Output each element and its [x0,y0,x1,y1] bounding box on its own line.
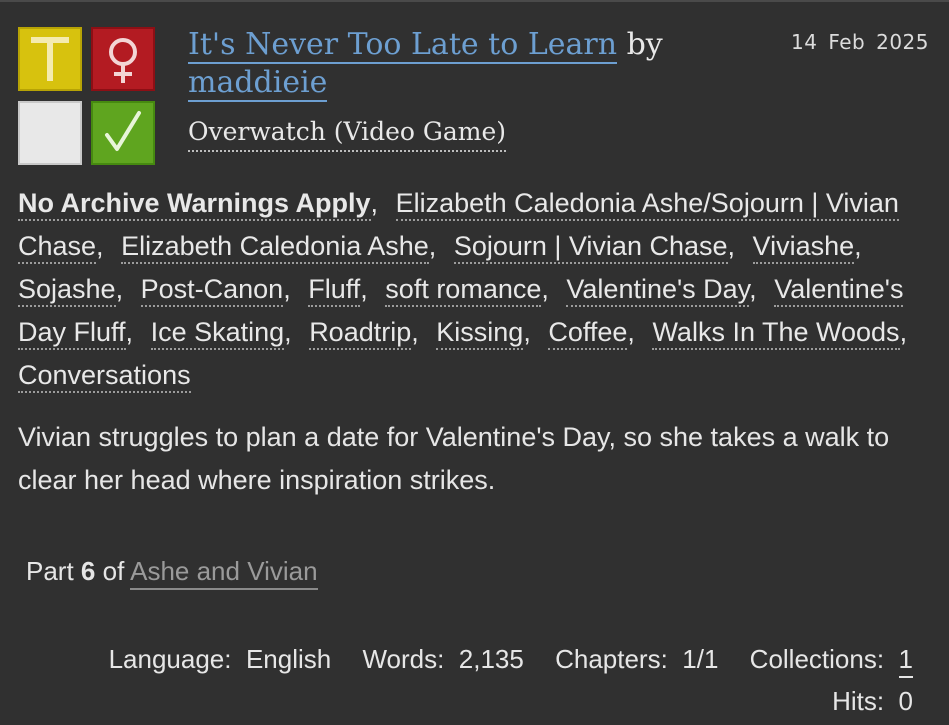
work-summary: Vivian struggles to plan a date for Vale… [18,422,890,495]
tag-freeform[interactable]: Sojashe [18,274,116,307]
tag-freeform[interactable]: Valentine's Day [566,274,750,307]
work-stats: Language: English Words: 2,135 Chapters:… [85,638,913,722]
tag-freeform[interactable]: Fluff [308,274,361,307]
collections-link[interactable]: 1 [898,644,913,678]
tag-character[interactable]: Sojourn | Vivian Chase [453,231,728,264]
tag-freeform[interactable]: Coffee [548,317,628,350]
words-label: Words: [362,644,445,674]
language-label: Language: [108,644,232,674]
stat-chapters: Chapters: 1/1 [555,644,718,674]
series-of-label: of [102,556,125,586]
top-divider [0,0,949,2]
words-value: 2,135 [458,644,524,674]
by-label: by [626,27,663,62]
hits-value: 0 [898,686,913,716]
chapters-label: Chapters: [555,644,668,674]
stat-hits: Hits: 0 [832,686,913,716]
work-title-link[interactable]: It's Never Too Late to Learn [188,27,618,64]
fandom-link[interactable]: Overwatch (Video Game) [188,114,507,152]
series-link[interactable]: Ashe and Vivian [130,556,318,590]
stat-words: Words: 2,135 [362,644,523,674]
category-ff-icon[interactable] [91,27,155,91]
tag-freeform[interactable]: Ice Skating [150,317,285,350]
tag-freeform[interactable]: Viviashe [752,231,855,264]
tag-warning[interactable]: No Archive Warnings Apply [18,188,371,221]
tag-freeform[interactable]: soft romance [385,274,542,307]
hits-label: Hits: [832,686,885,716]
collections-label: Collections: [749,644,885,674]
author-link[interactable]: maddieie [188,65,328,102]
chapters-value: 1/1 [682,644,719,674]
language-value: English [245,644,332,674]
tag-freeform[interactable]: Kissing [436,317,524,350]
tag-freeform[interactable]: Roadtrip [309,317,412,350]
series-part-label: Part [26,556,74,586]
no-warnings-icon[interactable] [18,101,82,165]
work-heading: It's Never Too Late to Learn by maddieie [188,26,748,102]
tag-freeform[interactable]: Conversations [18,360,191,393]
series-info: Part 6 of Ashe and Vivian [26,556,318,590]
rating-teen-icon[interactable] [18,27,82,91]
tag-freeform[interactable]: Post-Canon [140,274,284,307]
required-tags [18,27,158,167]
publish-date: 14 Feb 2025 [791,30,929,54]
stat-collections: Collections: 1 [749,644,913,678]
series-part-number: 6 [80,556,96,586]
tag-character[interactable]: Elizabeth Caledonia Ashe [121,231,429,264]
tag-freeform[interactable]: Walks In The Woods [652,317,900,350]
complete-check-icon[interactable] [91,101,155,165]
tag-list: No Archive Warnings Apply, Elizabeth Cal… [18,182,933,397]
stat-language: Language: English [109,644,332,674]
